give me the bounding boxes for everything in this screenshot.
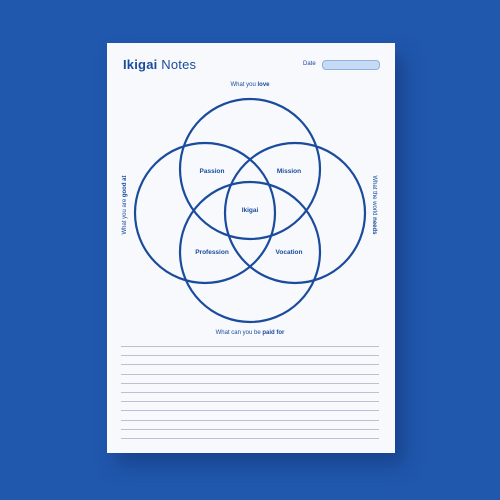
notes-line[interactable] xyxy=(121,364,379,366)
region-passion: Passion xyxy=(200,168,225,175)
notes-line[interactable] xyxy=(121,428,379,430)
notes-line[interactable] xyxy=(121,401,379,403)
worksheet-page: Ikigai Notes Date What you love What can… xyxy=(107,43,395,453)
region-ikigai: Ikigai xyxy=(242,207,259,214)
notes-line[interactable] xyxy=(121,410,379,412)
label-love: What you love xyxy=(230,82,270,88)
label-paid-for: What can you be paid for xyxy=(216,330,285,336)
notes-line[interactable] xyxy=(121,419,379,421)
notes-line[interactable] xyxy=(121,346,379,347)
notes-line[interactable] xyxy=(121,373,379,375)
notes-lines[interactable] xyxy=(121,346,379,447)
label-good-at: What you are good at xyxy=(122,175,128,234)
notes-line[interactable] xyxy=(121,437,379,439)
notes-line[interactable] xyxy=(121,382,379,384)
label-world-needs: What the world needs xyxy=(371,175,377,235)
notes-line[interactable] xyxy=(121,355,379,357)
region-mission: Mission xyxy=(277,168,301,175)
region-profession: Profession xyxy=(195,249,229,256)
notes-line[interactable] xyxy=(121,391,379,393)
region-vocation: Vocation xyxy=(276,249,303,256)
